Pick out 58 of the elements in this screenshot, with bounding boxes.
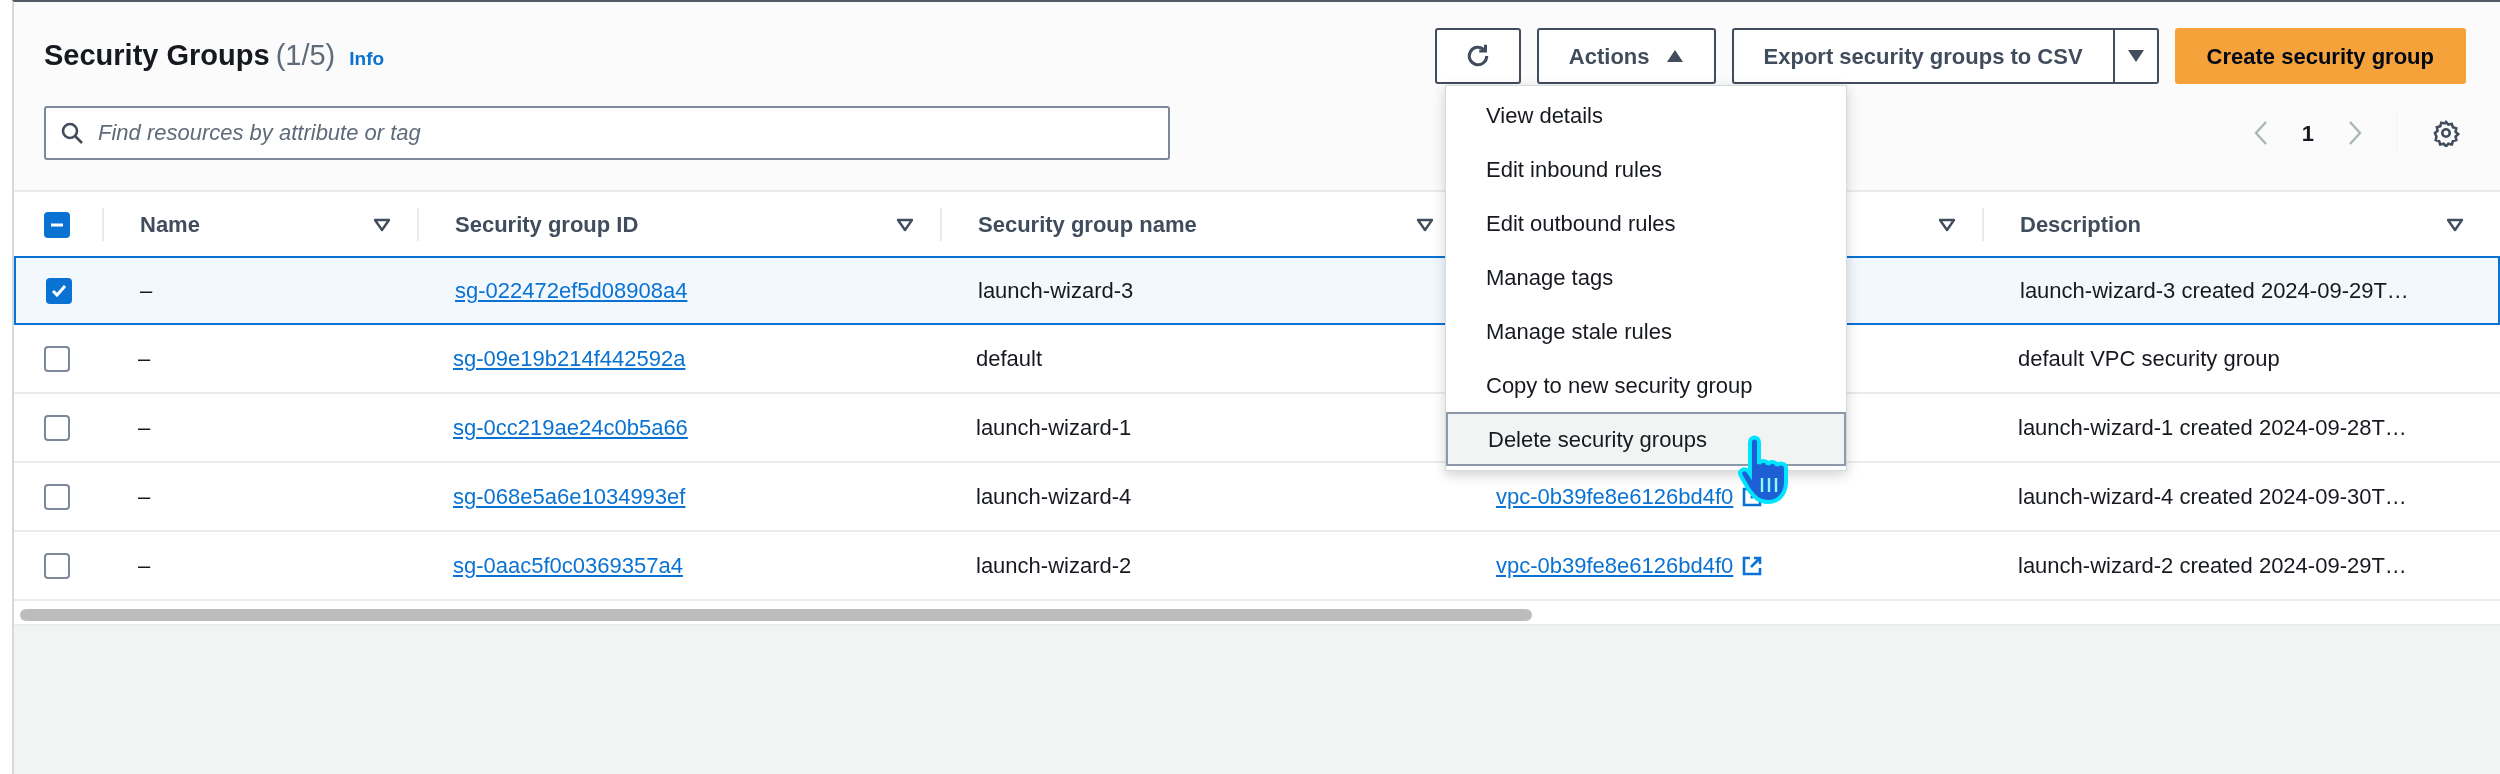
sort-icon[interactable] <box>896 217 914 232</box>
create-button[interactable]: Create security group <box>2174 28 2466 84</box>
export-button[interactable]: Export security groups to CSV <box>1731 28 2115 84</box>
selection-count: (1/5) <box>275 38 336 74</box>
sort-icon[interactable] <box>2446 217 2464 232</box>
checkbox[interactable] <box>44 483 70 510</box>
info-link[interactable]: Info <box>349 45 385 74</box>
table-cell-text: default VPC security group <box>2018 345 2280 373</box>
checkbox[interactable] <box>44 345 70 372</box>
caret-icon <box>2126 49 2145 63</box>
table-cell-text: – <box>138 552 151 580</box>
column-header[interactable]: Security group ID <box>455 208 639 241</box>
table-cell-text: launch-wizard-2 created 2024-09-29T… <box>2018 552 2407 580</box>
export-dropdown-button[interactable] <box>2114 28 2159 84</box>
table-cell-text: – <box>138 414 151 442</box>
menu-item[interactable]: Edit inbound rules <box>1446 142 1846 196</box>
minus-icon <box>50 222 64 227</box>
search-icon <box>60 121 84 145</box>
menu-item[interactable]: View details <box>1446 88 1846 142</box>
page-title: Security Groups <box>44 38 270 74</box>
table-cell-text: launch-wizard-1 created 2024-09-28T… <box>2018 414 2407 442</box>
table-cell-text: launch-wizard-4 <box>976 483 1132 511</box>
external-link-icon <box>1741 554 1764 577</box>
checkbox[interactable] <box>44 552 70 579</box>
column-header[interactable]: Description <box>2020 208 2142 241</box>
column-header[interactable]: Security group name <box>978 208 1197 241</box>
vpc-id-link[interactable]: vpc-0b39fe8e6126bd4f0 <box>1496 549 1734 582</box>
actions-button[interactable]: Actions <box>1536 28 1716 84</box>
settings-icon[interactable] <box>2432 119 2460 147</box>
table-cell-text: – <box>138 483 151 511</box>
scrollbar-thumb[interactable] <box>20 609 1532 621</box>
group-id-link[interactable]: sg-09e19b214f442592a <box>453 342 686 375</box>
search-field[interactable]: Find resources by attribute or tag <box>44 106 1170 160</box>
group-id-link[interactable]: sg-0aac5f0c0369357a4 <box>453 549 683 582</box>
menu-item[interactable]: Delete security groups <box>1446 412 1846 466</box>
sort-icon[interactable] <box>1938 217 1956 232</box>
group-id-link[interactable]: sg-022472ef5d08908a4 <box>455 274 688 307</box>
checkbox[interactable] <box>44 211 70 238</box>
table-cell-text: – <box>140 277 153 305</box>
checkbox[interactable] <box>46 277 72 304</box>
column-header[interactable]: Name <box>140 208 200 241</box>
table-cell-text: launch-wizard-2 <box>976 552 1132 580</box>
vpc-id-link[interactable]: vpc-0b39fe8e6126bd4f0 <box>1496 480 1734 513</box>
refresh-button[interactable] <box>1434 28 1521 84</box>
sort-icon[interactable] <box>373 217 391 232</box>
table-cell-text: launch-wizard-3 <box>978 277 1134 305</box>
menu-item[interactable]: Edit outbound rules <box>1446 196 1846 250</box>
sort-icon[interactable] <box>1416 217 1434 232</box>
table-cell-text: – <box>138 345 151 373</box>
table-cell-text: default <box>976 345 1043 373</box>
group-id-link[interactable]: sg-0cc219ae24c0b5a66 <box>453 411 688 444</box>
checkbox[interactable] <box>44 414 70 441</box>
table-cell-text: launch-wizard-1 <box>976 414 1132 442</box>
page-number[interactable]: 1 <box>2301 116 2314 150</box>
group-id-link[interactable]: sg-068e5a6e1034993ef <box>453 480 686 513</box>
table-cell-text: launch-wizard-4 created 2024-09-30T… <box>2018 483 2407 511</box>
table-cell-text: launch-wizard-3 created 2024-09-29T… <box>2020 277 2409 305</box>
caret-up-icon <box>1665 49 1684 63</box>
